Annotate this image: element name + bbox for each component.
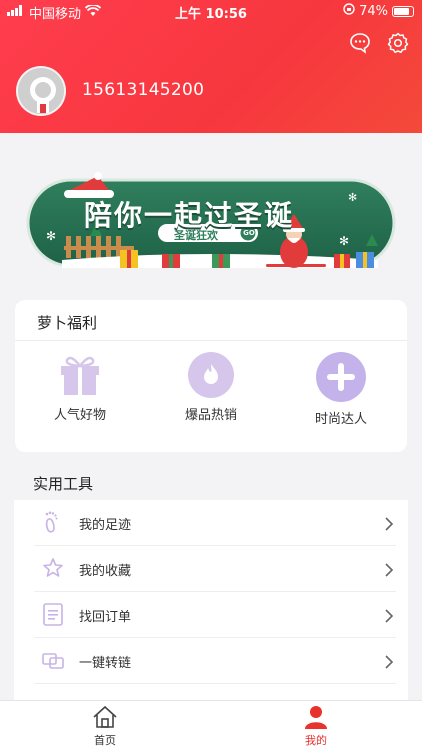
tool-label: 我的收藏 [79, 564, 132, 579]
svg-text:✻: ✻ [46, 229, 56, 243]
banner-button[interactable]: 圣诞狂欢 [174, 227, 244, 243]
tool-label: 一键转链 [79, 656, 132, 671]
gift-icon [57, 352, 103, 398]
link-icon [41, 648, 65, 672]
settings-gear-icon[interactable] [386, 31, 410, 55]
footprint-icon [41, 510, 65, 534]
chevron-right-icon [384, 608, 394, 623]
christmas-banner[interactable]: ✻ ✻ ✻ 陪你一起过圣诞 圣诞狂欢 GO [26, 168, 398, 280]
welfare-label: 时尚达人 [314, 412, 367, 427]
battery-percent: 74% [359, 3, 388, 19]
tab-mine[interactable]: 我的 [276, 705, 356, 748]
tool-label: 找回订单 [79, 610, 132, 625]
status-bar: 中国移动 上午 10:56 74% [0, 0, 422, 22]
orientation-lock-icon [343, 3, 355, 19]
welfare-item-fashion[interactable]: 时尚达人 [286, 352, 396, 427]
star-icon [41, 556, 65, 580]
profile-header: 中国移动 上午 10:56 74% 15613145200 [0, 0, 422, 133]
chevron-right-icon [384, 654, 394, 669]
plus-icon [316, 352, 366, 402]
tool-label: 我的足迹 [79, 518, 132, 533]
tab-label: 首页 [94, 734, 116, 747]
tool-row-convert-link[interactable]: 一键转链 [14, 638, 408, 684]
document-icon [41, 602, 65, 626]
tools-title: 实用工具 [33, 475, 94, 493]
tab-bar: 首页 我的 [0, 700, 422, 750]
welfare-item-popular[interactable]: 人气好物 [25, 352, 135, 423]
welfare-title: 萝卜福利 [37, 314, 98, 332]
divider [15, 340, 407, 341]
chevron-right-icon [384, 562, 394, 577]
svg-text:✻: ✻ [339, 234, 349, 248]
message-icon[interactable] [348, 31, 372, 55]
user-phone: 15613145200 [82, 80, 205, 100]
welfare-label: 人气好物 [53, 408, 106, 423]
tools-list: 我的足迹 我的收藏 找回订单 一键转链 [14, 500, 408, 708]
tool-row-footprint[interactable]: 我的足迹 [14, 500, 408, 546]
banner-go[interactable]: GO [242, 229, 256, 237]
welfare-card: 萝卜福利 人气好物 爆品热销 时尚达人 [15, 300, 407, 452]
tool-row-find-order[interactable]: 找回订单 [14, 592, 408, 638]
welfare-label: 爆品热销 [184, 408, 237, 423]
chevron-right-icon [384, 516, 394, 531]
fire-icon [188, 352, 234, 398]
battery-icon [392, 5, 414, 17]
user-icon [303, 705, 329, 729]
tool-row-favorites[interactable]: 我的收藏 [14, 546, 408, 592]
home-icon [92, 705, 118, 729]
welfare-item-hot[interactable]: 爆品热销 [156, 352, 266, 423]
tab-home[interactable]: 首页 [65, 705, 145, 748]
avatar[interactable] [16, 66, 66, 116]
tab-label: 我的 [305, 734, 327, 747]
